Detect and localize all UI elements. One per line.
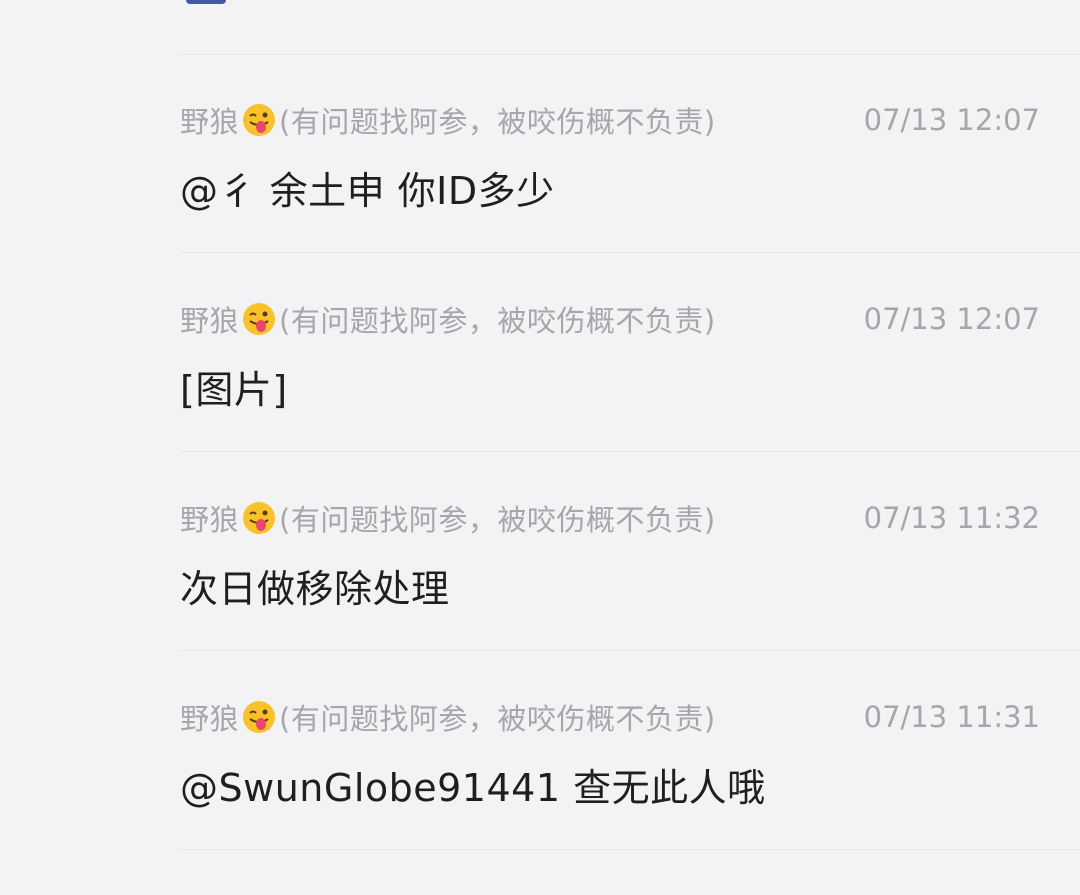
divider — [180, 650, 1080, 651]
sender-note: (有问题找阿参，被咬伤概不负责) — [279, 702, 716, 736]
sender-note: (有问题找阿参，被咬伤概不负责) — [279, 304, 716, 338]
sender-name[interactable]: 野狼 — [180, 298, 239, 340]
sender-line: 野狼 (有问题找阿参，被咬伤概不负责) — [180, 498, 716, 538]
list-item[interactable]: 野狼 (有问题找阿参，被咬伤概不负责) 07/13 11:32 次日做移除处理 — [0, 498, 1080, 696]
divider — [180, 849, 1080, 850]
message-time: 07/13 12:07 — [863, 302, 1040, 336]
divider — [180, 451, 1080, 452]
message-text[interactable]: 次日做移除处理 — [180, 558, 450, 613]
message-text[interactable]: [图片] — [180, 359, 288, 414]
list-item[interactable]: 野狼 (有问题找阿参，被咬伤概不负责) 07/13 12:07 @彳 余土申 你… — [0, 100, 1080, 298]
avatar[interactable] — [186, 0, 226, 4]
sender-line: 野狼 (有问题找阿参，被咬伤概不负责) — [180, 299, 716, 339]
winking-face-with-tongue-icon — [243, 502, 276, 534]
message-time: 07/13 11:31 — [863, 700, 1040, 734]
sender-note: (有问题找阿参，被咬伤概不负责) — [279, 105, 716, 139]
divider — [180, 252, 1080, 253]
divider — [180, 54, 1080, 55]
message-text[interactable]: @彳 余土申 你ID多少 — [180, 160, 555, 215]
message-time: 07/13 11:32 — [863, 501, 1040, 535]
list-item[interactable]: 野狼 (有问题找阿参，被咬伤概不负责) 07/13 12:07 [图片] — [0, 299, 1080, 497]
sender-line: 野狼 (有问题找阿参，被咬伤概不负责) — [180, 100, 716, 140]
message-text[interactable]: @SwunGlobe91441 查无此人哦 — [180, 757, 766, 812]
sender-note: (有问题找阿参，被咬伤概不负责) — [279, 503, 716, 537]
sender-name[interactable]: 野狼 — [180, 497, 239, 539]
sender-name[interactable]: 野狼 — [180, 696, 239, 738]
winking-face-with-tongue-icon — [243, 701, 276, 733]
winking-face-with-tongue-icon — [243, 303, 276, 335]
list-item[interactable]: 野狼 (有问题找阿参，被咬伤概不负责) 07/13 11:31 @SwunGlo… — [0, 697, 1080, 895]
winking-face-with-tongue-icon — [243, 104, 276, 136]
sender-name[interactable]: 野狼 — [180, 99, 239, 141]
message-time: 07/13 12:07 — [863, 103, 1040, 137]
sender-line: 野狼 (有问题找阿参，被咬伤概不负责) — [180, 697, 716, 737]
